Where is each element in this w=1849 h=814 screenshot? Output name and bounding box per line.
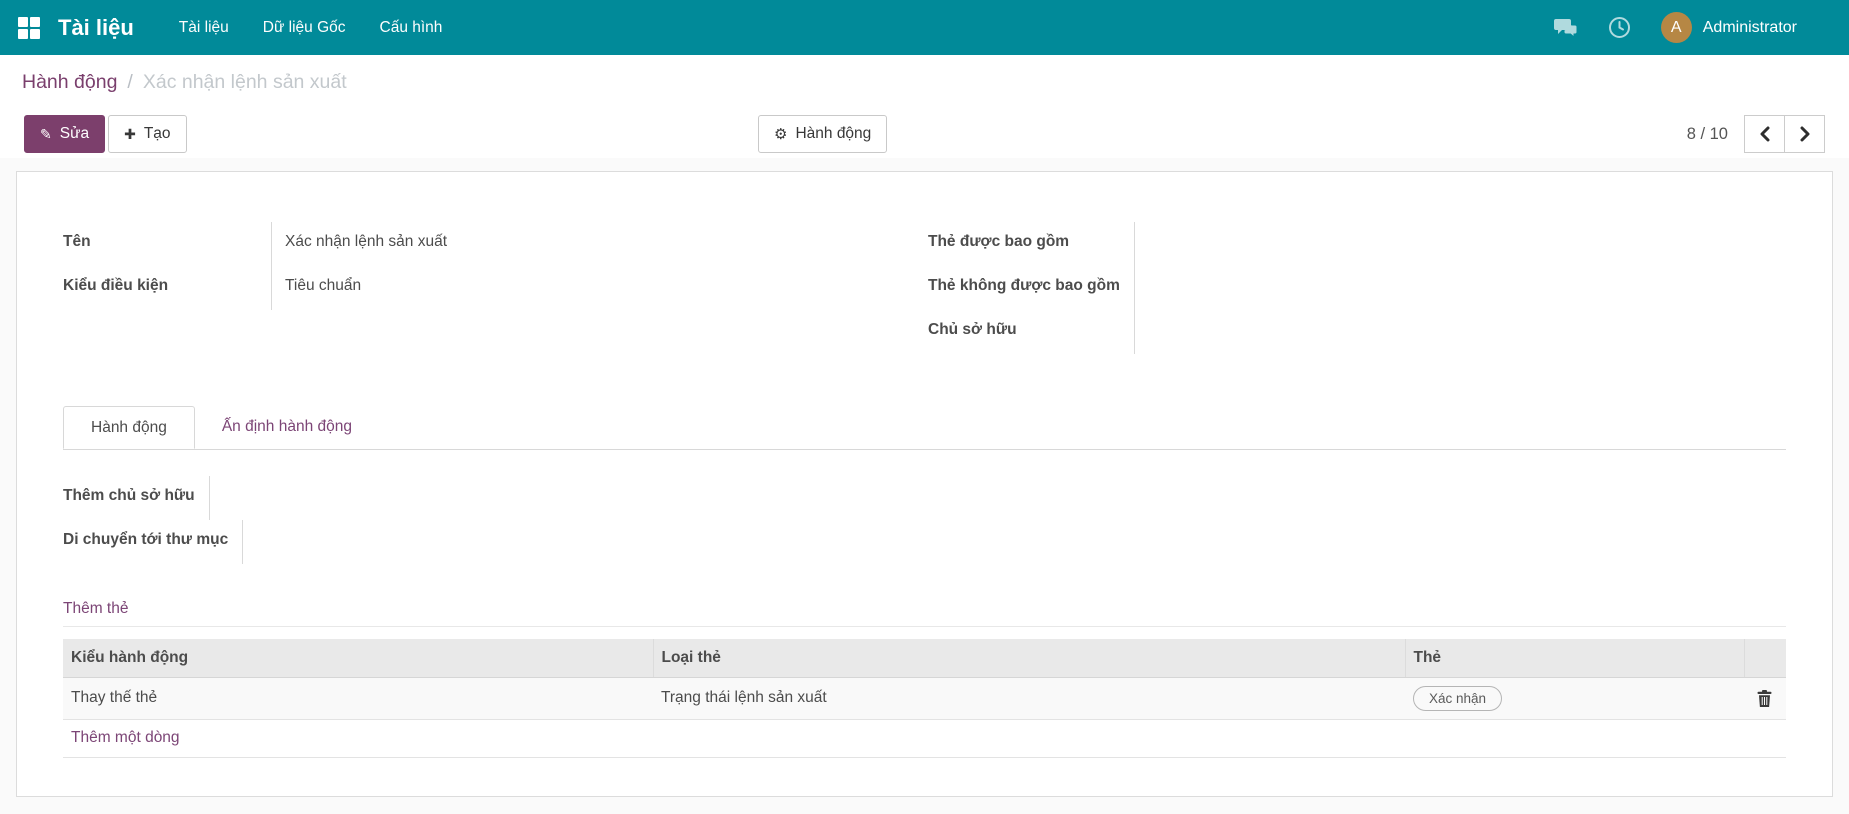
pager-next-button[interactable] [1784, 115, 1825, 153]
field-group-left: Tên Xác nhận lệnh sản xuất Kiểu điều kiệ… [63, 222, 928, 354]
tags-table: Kiểu hành động Loại thẻ Thẻ Thay thế thẻ… [63, 639, 1786, 758]
add-tag-link[interactable]: Thêm thẻ [63, 600, 128, 618]
field-groups: Tên Xác nhận lệnh sản xuất Kiểu điều kiệ… [63, 222, 1786, 354]
field-label-tags-included: Thẻ được bao gồm [928, 222, 1134, 266]
field-label-condition-type: Kiểu điều kiện [63, 266, 271, 310]
breadcrumb: Hành động / Xác nhận lệnh sản xuất [0, 55, 1849, 110]
field-value-tags-included [1134, 222, 1786, 266]
breadcrumb-separator: / [127, 71, 132, 94]
breadcrumb-parent-link[interactable]: Hành động [22, 71, 117, 94]
field-row-owner: Chủ sở hữu [928, 310, 1786, 354]
content-area: Tên Xác nhận lệnh sản xuất Kiểu điều kiệ… [0, 158, 1849, 814]
nav-item-cau-hinh[interactable]: Cấu hình [363, 0, 460, 55]
field-group-right: Thẻ được bao gồm Thẻ không được bao gồm … [928, 222, 1786, 354]
tags-table-header-row: Kiểu hành động Loại thẻ Thẻ [63, 639, 1786, 677]
field-value-add-owner [209, 476, 928, 520]
add-row: Thêm một dòng [63, 719, 1786, 757]
field-row-name: Tên Xác nhận lệnh sản xuất [63, 222, 928, 266]
field-row-tags-excluded: Thẻ không được bao gồm [928, 266, 1786, 310]
chat-bubbles-icon[interactable] [1554, 17, 1578, 39]
clock-icon[interactable] [1608, 16, 1631, 39]
chevron-left-icon [1759, 126, 1771, 142]
field-label-add-owner: Thêm chủ sở hữu [63, 476, 209, 520]
nav-item-du-lieu-goc[interactable]: Dữ liệu Gốc [246, 0, 363, 55]
action-menu-label: Hành động [795, 125, 871, 143]
tab-field-group: Thêm chủ sở hữu Di chuyển tới thư mục [63, 476, 928, 564]
cell-tag-category: Trạng thái lệnh sản xuất [653, 677, 1405, 719]
field-label-owner: Chủ sở hữu [928, 310, 1134, 354]
action-menu-button[interactable]: ⚙ Hành động [758, 115, 887, 153]
cell-delete [1744, 677, 1786, 719]
pencil-icon: ✎ [40, 127, 52, 141]
top-navbar: Tài liệu Tài liệu Dữ liệu Gốc Cấu hình A… [0, 0, 1849, 55]
app-brand[interactable]: Tài liệu [58, 15, 134, 41]
field-label-move-to-folder: Di chuyển tới thư mục [63, 520, 242, 564]
edit-button-label: Sửa [60, 125, 89, 143]
tag-badge: Xác nhận [1413, 686, 1502, 711]
gear-icon: ⚙ [774, 127, 787, 142]
field-row-add-owner: Thêm chủ sở hữu [63, 476, 928, 520]
breadcrumb-current: Xác nhận lệnh sản xuất [143, 71, 347, 94]
field-value-name: Xác nhận lệnh sản xuất [271, 222, 928, 266]
chevron-right-icon [1799, 126, 1811, 142]
user-name[interactable]: Administrator [1703, 19, 1797, 37]
add-tag-section: Thêm thẻ [63, 600, 1786, 627]
field-label-tags-excluded: Thẻ không được bao gồm [928, 266, 1134, 310]
nav-item-tai-lieu[interactable]: Tài liệu [162, 0, 246, 55]
control-panel: ✎ Sửa ✚ Tạo ⚙ Hành động 8 / 10 [0, 110, 1849, 158]
cell-tag: Xác nhận [1405, 677, 1744, 719]
trash-icon[interactable] [1752, 690, 1776, 707]
column-header-tag: Thẻ [1405, 639, 1744, 677]
field-value-condition-type: Tiêu chuẩn [271, 266, 928, 310]
create-button[interactable]: ✚ Tạo [108, 115, 186, 153]
field-value-move-to-folder [242, 520, 928, 564]
field-value-tags-excluded [1134, 266, 1786, 310]
app-window: Tài liệu Tài liệu Dữ liệu Gốc Cấu hình A… [0, 0, 1849, 814]
add-line-link[interactable]: Thêm một dòng [71, 729, 180, 747]
cell-action-type: Thay thế thẻ [63, 677, 653, 719]
table-row[interactable]: Thay thế thẻ Trạng thái lệnh sản xuất Xá… [63, 677, 1786, 719]
edit-button[interactable]: ✎ Sửa [24, 115, 105, 153]
notebook-tabs: Hành động Ấn định hành động [63, 406, 1786, 450]
avatar[interactable]: A [1661, 12, 1692, 43]
column-header-actions [1744, 639, 1786, 677]
column-header-tag-category: Loại thẻ [653, 639, 1405, 677]
field-row-move-to-folder: Di chuyển tới thư mục [63, 520, 928, 564]
pager-previous-button[interactable] [1744, 115, 1785, 153]
form-sheet: Tên Xác nhận lệnh sản xuất Kiểu điều kiệ… [16, 171, 1833, 797]
field-label-name: Tên [63, 222, 271, 266]
tab-an-dinh-hanh-dong[interactable]: Ấn định hành động [195, 406, 379, 449]
field-row-condition-type: Kiểu điều kiện Tiêu chuẩn [63, 266, 928, 310]
tab-hanh-dong[interactable]: Hành động [63, 406, 195, 449]
field-value-owner [1134, 310, 1786, 354]
apps-grid-icon[interactable] [18, 17, 40, 39]
create-button-label: Tạo [144, 125, 171, 143]
field-row-tags-included: Thẻ được bao gồm [928, 222, 1786, 266]
plus-icon: ✚ [124, 127, 136, 141]
pager-value: 8 / 10 [1687, 125, 1728, 144]
pager: 8 / 10 [1687, 115, 1825, 153]
column-header-action-type: Kiểu hành động [63, 639, 653, 677]
